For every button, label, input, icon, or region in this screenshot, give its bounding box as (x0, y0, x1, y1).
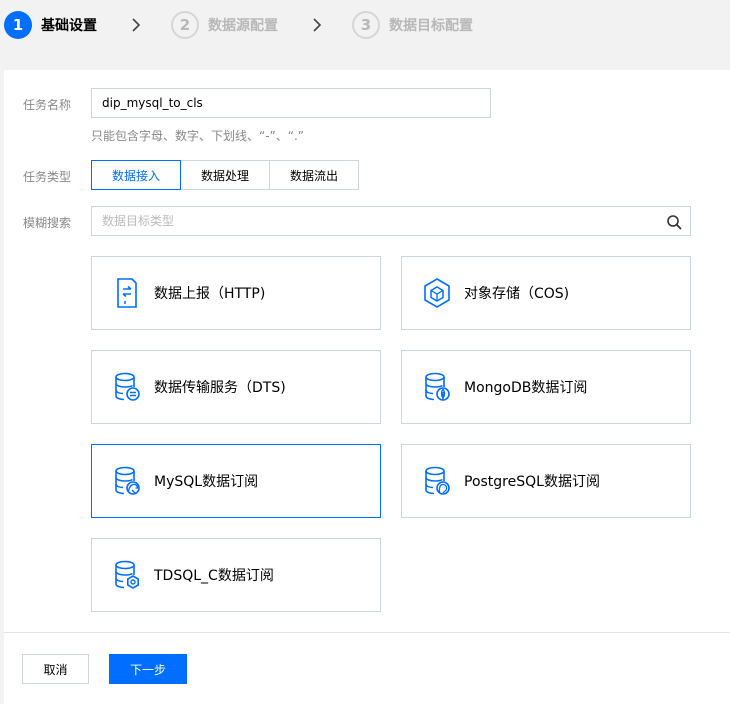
step-target-config: 3 数据目标配置 (352, 11, 473, 39)
card-tdsql-c[interactable]: TDSQL_C数据订阅 (91, 538, 381, 612)
step-source-config: 2 数据源配置 (171, 11, 278, 39)
chevron-right-icon (131, 18, 141, 32)
task-type-option-ingest[interactable]: 数据接入 (91, 160, 181, 190)
chevron-right-icon (312, 18, 322, 32)
http-report-icon (112, 276, 142, 310)
card-label: PostgreSQL数据订阅 (464, 474, 600, 490)
task-name-input[interactable]: dip_mysql_to_cls (91, 88, 491, 118)
step-label: 数据目标配置 (389, 18, 473, 34)
task-name-hint: 只能包含字母、数字、下划线、“-”、“.” (91, 129, 305, 143)
task-type-option-outflow[interactable]: 数据流出 (269, 160, 359, 190)
card-label: MongoDB数据订阅 (464, 380, 588, 396)
card-mysql[interactable]: MySQL数据订阅 (91, 444, 381, 518)
form-panel: 任务名称 dip_mysql_to_cls 只能包含字母、数字、下划线、“-”、… (4, 70, 730, 704)
footer-divider (4, 632, 730, 633)
card-label: MySQL数据订阅 (154, 474, 259, 490)
dts-database-icon (112, 370, 142, 404)
search-box (91, 206, 691, 236)
card-label: 对象存储（COS) (464, 286, 570, 302)
tdsql-database-icon (112, 558, 142, 592)
card-postgresql[interactable]: PostgreSQL数据订阅 (401, 444, 691, 518)
task-type-segmented: 数据接入 数据处理 数据流出 (91, 160, 359, 190)
task-type-label: 任务类型 (23, 170, 72, 184)
cos-cube-icon (422, 276, 452, 310)
search-icon[interactable] (666, 214, 682, 230)
step-basic-settings: 1 基础设置 (4, 11, 97, 39)
step-label: 基础设置 (41, 18, 97, 34)
step-number: 1 (4, 11, 32, 39)
card-mongodb[interactable]: MongoDB数据订阅 (401, 350, 691, 424)
task-type-option-process[interactable]: 数据处理 (180, 160, 270, 190)
card-label: TDSQL_C数据订阅 (154, 568, 274, 584)
task-name-label: 任务名称 (23, 98, 72, 112)
step-label: 数据源配置 (208, 18, 278, 34)
cancel-button[interactable]: 取消 (22, 654, 89, 684)
card-label: 数据上报（HTTP) (154, 286, 266, 302)
card-dts[interactable]: 数据传输服务（DTS) (91, 350, 381, 424)
search-input[interactable] (92, 207, 690, 235)
card-http-report[interactable]: 数据上报（HTTP) (91, 256, 381, 330)
fuzzy-search-label: 模糊搜索 (23, 216, 72, 230)
step-number: 2 (171, 11, 199, 39)
step-number: 3 (352, 11, 380, 39)
card-label: 数据传输服务（DTS) (154, 380, 286, 396)
postgresql-database-icon (422, 464, 452, 498)
mysql-database-icon (112, 464, 142, 498)
stepper: 1 基础设置 2 数据源配置 3 数据目标配置 (0, 0, 730, 50)
next-step-button[interactable]: 下一步 (109, 654, 187, 684)
mongodb-database-icon (422, 370, 452, 404)
card-cos[interactable]: 对象存储（COS) (401, 256, 691, 330)
